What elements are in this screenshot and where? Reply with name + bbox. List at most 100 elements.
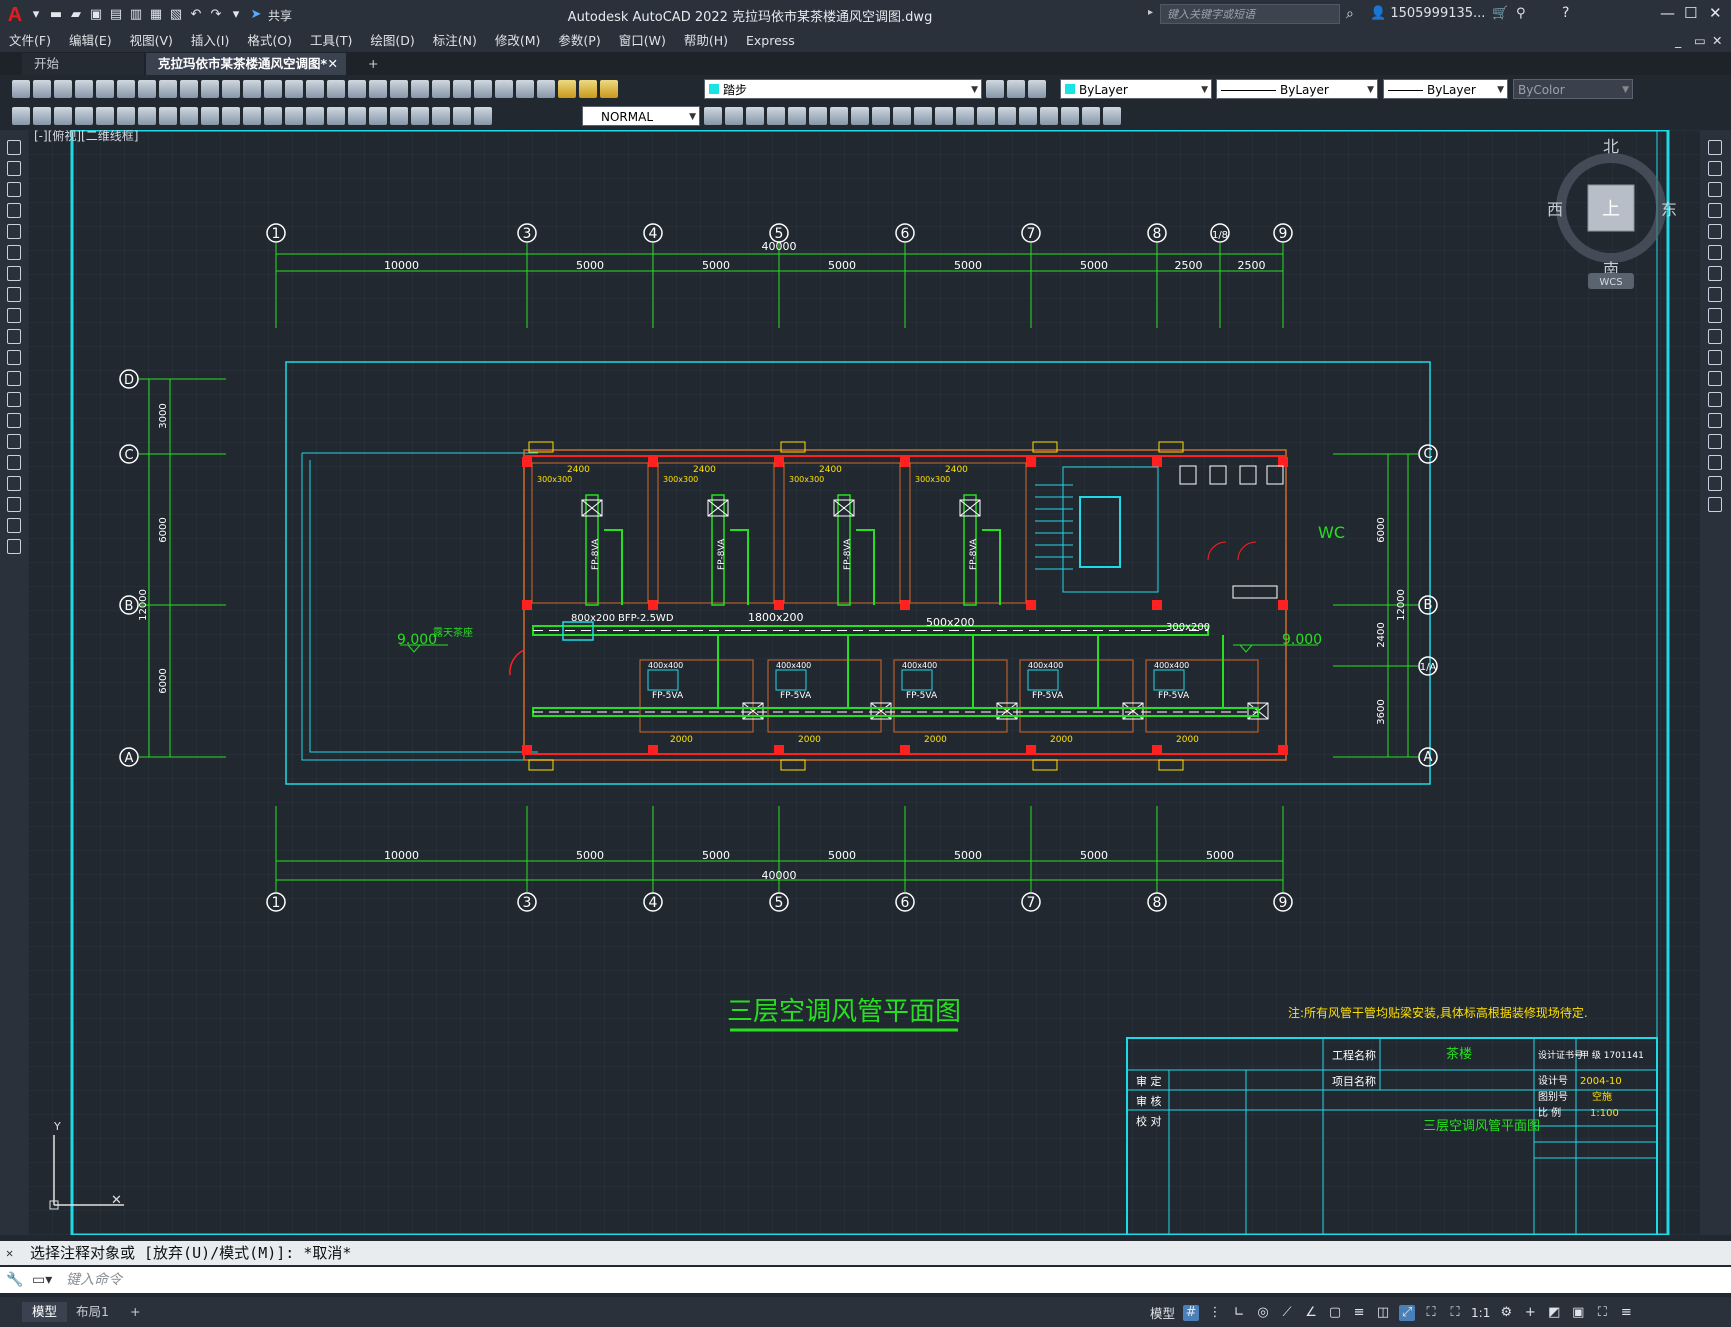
save-tool-icon[interactable] xyxy=(54,80,72,98)
blend-icon[interactable] xyxy=(1708,476,1722,491)
extend-tool-icon[interactable] xyxy=(1708,350,1722,365)
block-icon[interactable] xyxy=(1061,107,1079,125)
new-tab-icon[interactable]: + xyxy=(356,53,390,75)
tool-icon-3[interactable] xyxy=(54,107,72,125)
zoom-previous-icon[interactable] xyxy=(369,80,387,98)
join-tool-icon[interactable] xyxy=(1708,413,1722,428)
explode-icon[interactable] xyxy=(1040,107,1058,125)
qnew-icon[interactable] xyxy=(12,80,30,98)
offset-tool-icon[interactable] xyxy=(1708,203,1722,218)
ellipse-icon[interactable] xyxy=(7,329,21,344)
gear-icon[interactable]: ⚙ xyxy=(1498,1305,1514,1321)
isolate-icon[interactable]: ◩ xyxy=(1546,1305,1562,1321)
doc-minimize-icon[interactable]: _ xyxy=(1675,30,1681,52)
make-block-icon[interactable] xyxy=(7,392,21,407)
extend-icon[interactable] xyxy=(935,107,953,125)
sheetset-icon[interactable] xyxy=(453,80,471,98)
menu-help[interactable]: 帮助(H) xyxy=(675,30,737,52)
markup-icon[interactable] xyxy=(474,80,492,98)
layer-freeze-icon[interactable] xyxy=(579,80,597,98)
cart-icon[interactable]: 🛒 xyxy=(1492,6,1508,21)
layer-previous-icon[interactable] xyxy=(1007,80,1025,98)
search-icon[interactable]: ⌕ xyxy=(1346,6,1354,22)
plus-icon[interactable]: + xyxy=(1522,1305,1538,1321)
inspect-icon[interactable] xyxy=(390,107,408,125)
break-point-icon[interactable] xyxy=(1708,371,1722,386)
tab-document[interactable]: 克拉玛依市某茶楼通风空调图* ✕ xyxy=(146,53,346,75)
viewport-label[interactable]: [-][俯视][二维线框] xyxy=(34,130,138,143)
trim-icon[interactable] xyxy=(914,107,932,125)
copy-tool-icon[interactable] xyxy=(1708,161,1722,176)
array-icon[interactable] xyxy=(809,107,827,125)
save-as-icon[interactable]: ▤ xyxy=(108,7,124,23)
layer-on-icon[interactable] xyxy=(558,80,576,98)
insert-icon[interactable] xyxy=(1082,107,1100,125)
qdim-icon[interactable] xyxy=(243,107,261,125)
command-input[interactable]: 键入命令 xyxy=(66,1267,122,1293)
menu-view[interactable]: 视图(V) xyxy=(121,30,182,52)
close-icon[interactable]: ✕ xyxy=(1709,4,1722,22)
ortho-icon[interactable]: ∟ xyxy=(1231,1305,1247,1321)
layer-match-icon[interactable] xyxy=(1028,80,1046,98)
paste-icon[interactable] xyxy=(201,80,219,98)
explode-tool-icon[interactable] xyxy=(1708,497,1722,512)
fillet-icon[interactable] xyxy=(1019,107,1037,125)
zoom-window-icon[interactable] xyxy=(348,80,366,98)
dim-jogged-icon[interactable] xyxy=(180,107,198,125)
move-icon[interactable] xyxy=(830,107,848,125)
redo-tool-icon[interactable] xyxy=(285,80,303,98)
ellipse-arc-icon[interactable] xyxy=(7,350,21,365)
layer-dropdown[interactable]: 踏步 ▼ xyxy=(704,79,982,99)
point-icon[interactable] xyxy=(7,413,21,428)
tool-icon-1[interactable] xyxy=(12,107,30,125)
linetype-dropdown[interactable]: ByLayer ▼ xyxy=(1216,79,1378,99)
model-space-button[interactable]: 模型 xyxy=(1150,1303,1175,1322)
redo-icon[interactable]: ↷ xyxy=(208,7,224,23)
tab-layout1[interactable]: 布局1 xyxy=(66,1302,119,1322)
snap-icon[interactable]: ⋮ xyxy=(1207,1305,1223,1321)
rotate-icon[interactable] xyxy=(851,107,869,125)
jogged-linear-icon[interactable] xyxy=(411,107,429,125)
open-web-icon[interactable]: ▥ xyxy=(128,7,144,23)
hatch-icon[interactable] xyxy=(7,434,21,449)
properties-icon[interactable] xyxy=(390,80,408,98)
toolpalette-icon[interactable] xyxy=(432,80,450,98)
tab-model[interactable]: 模型 xyxy=(22,1302,68,1322)
maximize-icon[interactable]: ☐ xyxy=(1684,4,1697,22)
layer-lock-icon[interactable] xyxy=(600,80,618,98)
tab-close-icon[interactable]: ✕ xyxy=(328,53,338,75)
open-file-icon[interactable]: ▰ xyxy=(68,7,84,23)
object-snap-icon[interactable]: ▢ xyxy=(1327,1305,1343,1321)
customize-icon[interactable]: 🔧 xyxy=(6,1267,23,1293)
user-account[interactable]: 👤 1505999135... xyxy=(1370,6,1485,21)
menu-modify[interactable]: 修改(M) xyxy=(486,30,550,52)
revcloud-icon[interactable] xyxy=(7,287,21,302)
tool-icon-2[interactable] xyxy=(33,107,51,125)
3dprint-icon[interactable] xyxy=(138,80,156,98)
insert-block-icon[interactable] xyxy=(7,371,21,386)
grid-icon[interactable]: # xyxy=(1183,1304,1200,1321)
table-icon[interactable] xyxy=(7,497,21,512)
calculator-icon[interactable] xyxy=(495,80,513,98)
line-icon[interactable] xyxy=(7,140,21,155)
dimstyle-dropdown[interactable]: NORMAL ▼ xyxy=(582,106,700,126)
dim-ordinate-icon[interactable] xyxy=(138,107,156,125)
customization-icon[interactable]: ≡ xyxy=(1618,1305,1634,1321)
menu-window[interactable]: 窗口(W) xyxy=(610,30,675,52)
menu-draw[interactable]: 绘图(D) xyxy=(361,30,423,52)
color-dropdown[interactable]: ByLayer ▼ xyxy=(1060,79,1212,99)
chamfer-tool-icon[interactable] xyxy=(1708,434,1722,449)
publish-icon[interactable] xyxy=(117,80,135,98)
annotation-scale-icon[interactable]: ⛶ xyxy=(1447,1305,1463,1321)
stretch-tool-icon[interactable] xyxy=(1708,308,1722,323)
zoom-realtime-icon[interactable] xyxy=(327,80,345,98)
copy-icon[interactable] xyxy=(180,80,198,98)
tolerance-icon[interactable] xyxy=(348,107,366,125)
join-icon[interactable] xyxy=(977,107,995,125)
share-icon[interactable]: ➤ xyxy=(248,7,264,23)
add-selected-icon[interactable] xyxy=(7,539,21,554)
blockeditor-icon[interactable] xyxy=(243,80,261,98)
trim-tool-icon[interactable] xyxy=(1708,329,1722,344)
chamfer-icon[interactable] xyxy=(998,107,1016,125)
isodraft-icon[interactable]: ⟋ xyxy=(1279,1305,1295,1321)
